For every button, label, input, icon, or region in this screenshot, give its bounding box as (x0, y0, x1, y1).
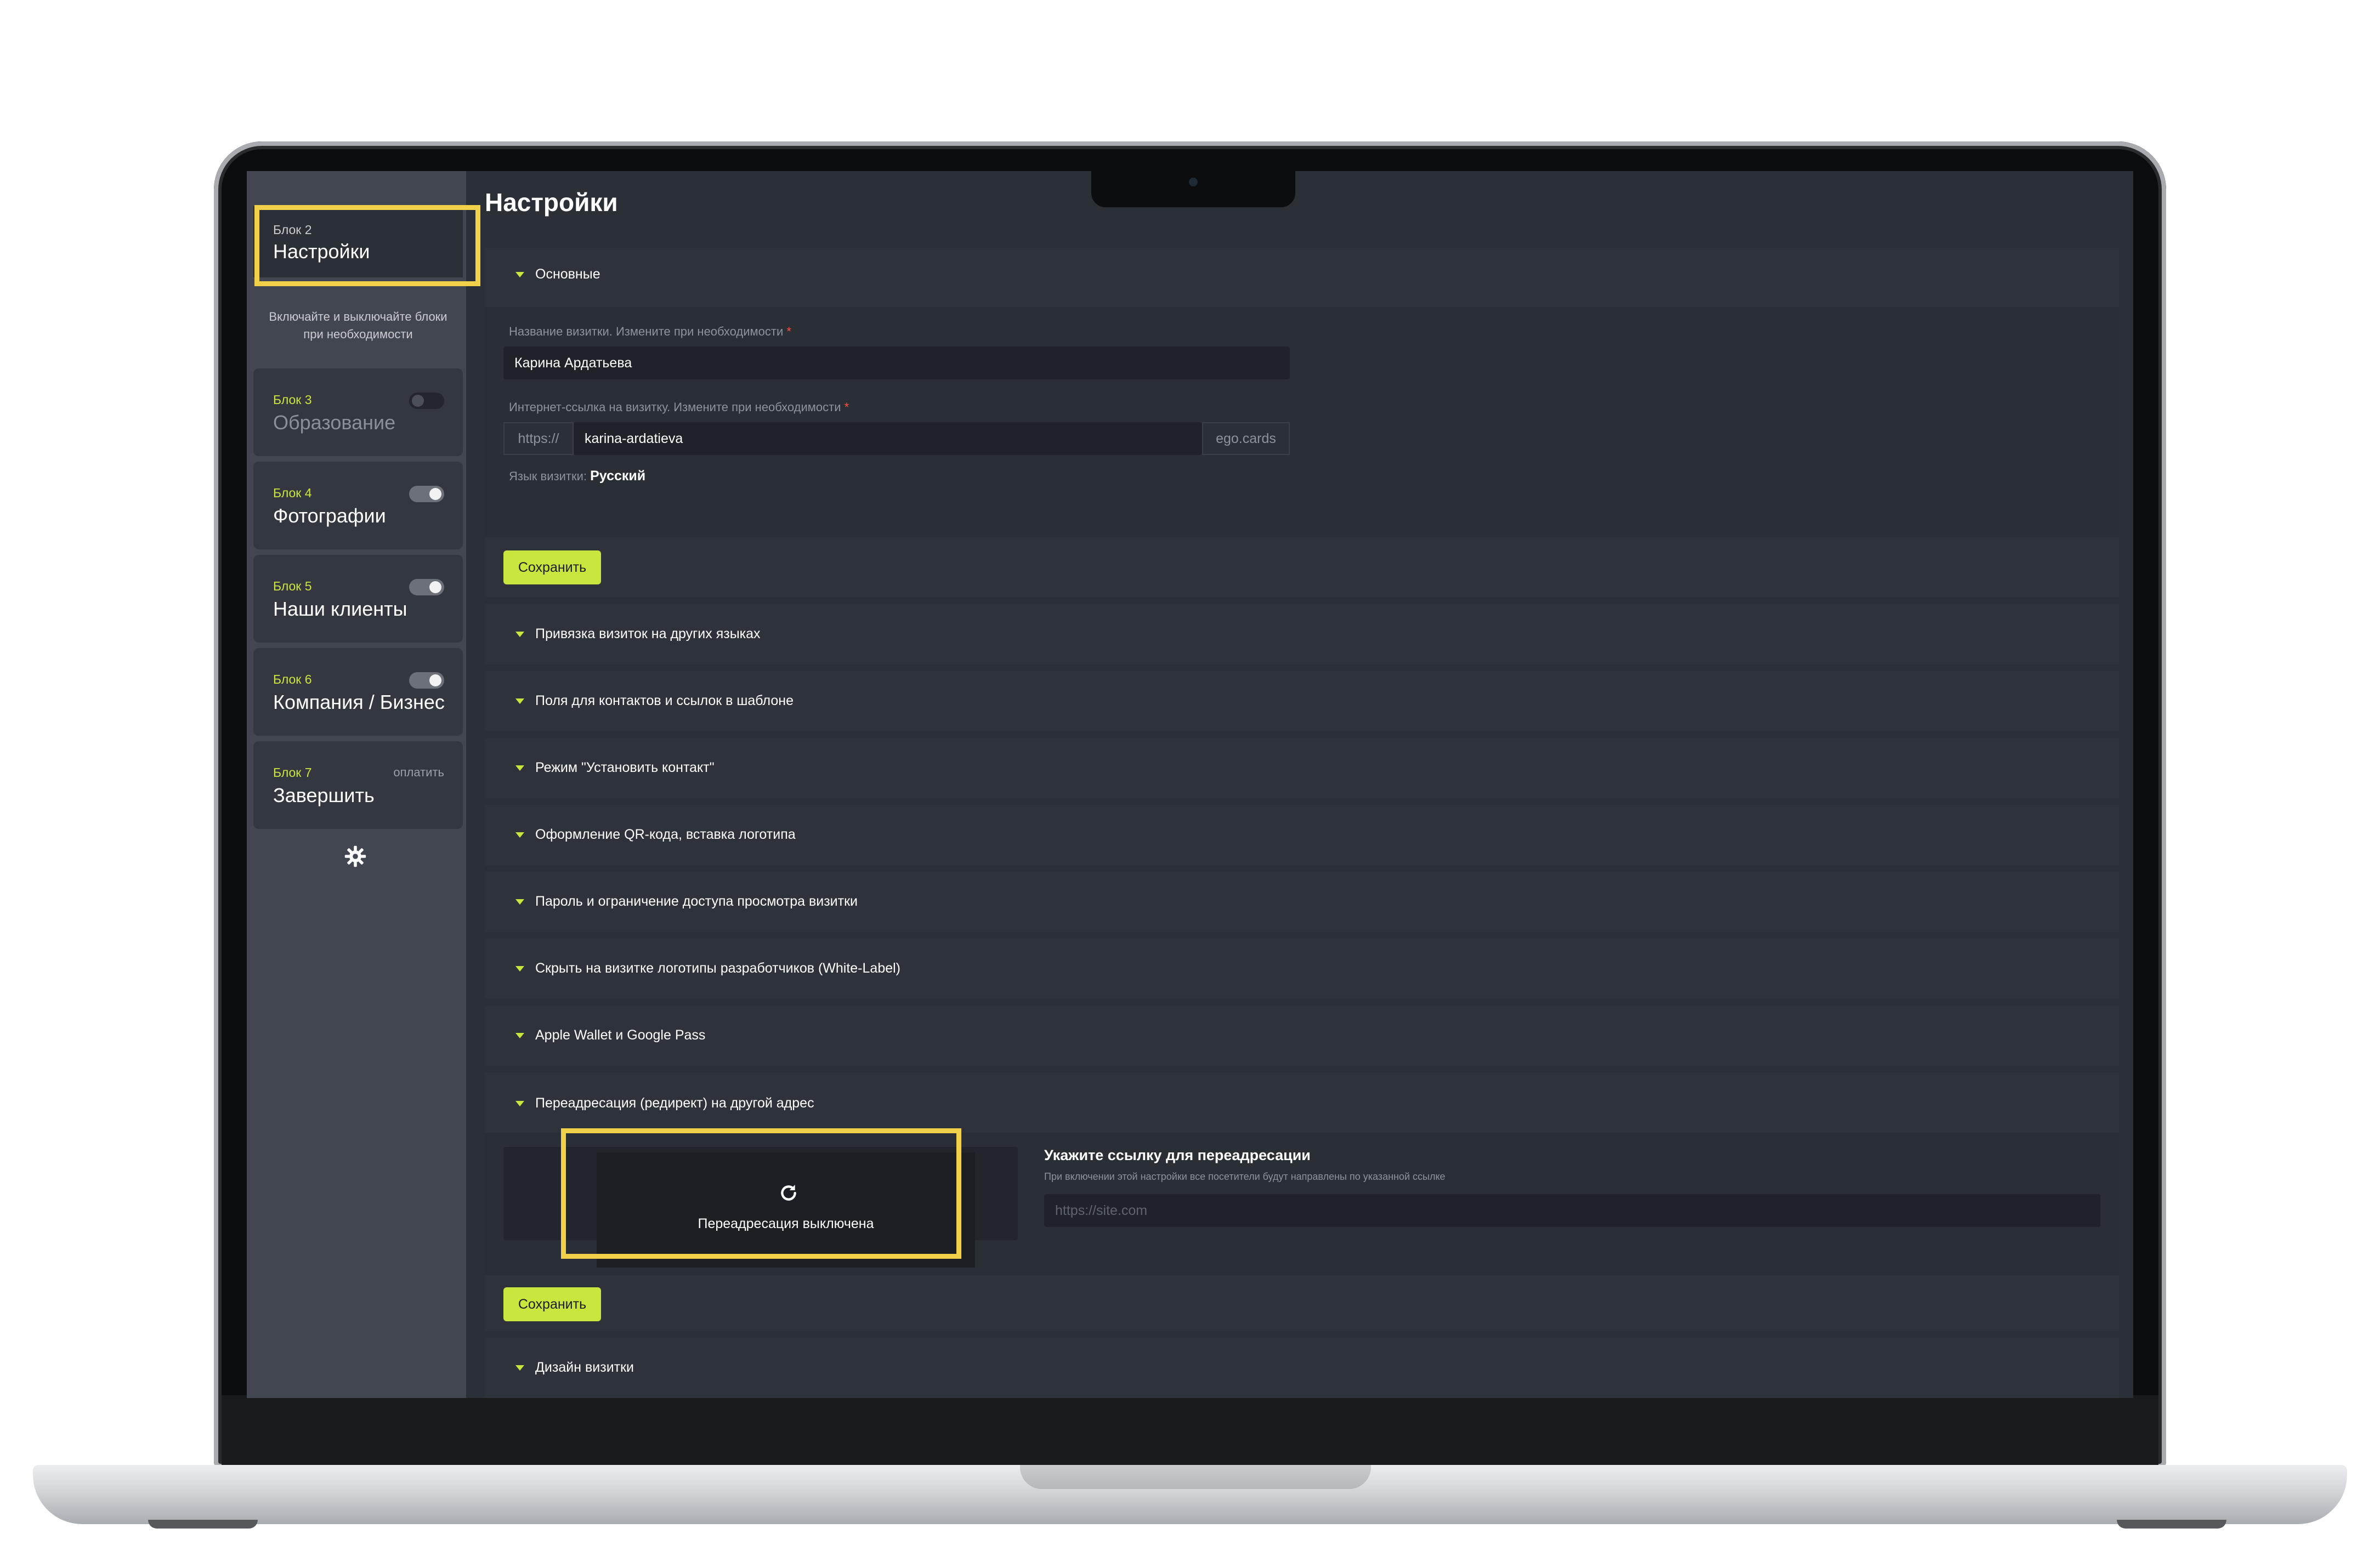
section-title: Основные (535, 266, 600, 282)
gear-icon[interactable] (343, 844, 367, 868)
camera-notch (1091, 171, 1295, 207)
block-label: Блок 4 (273, 486, 312, 500)
caret-down-icon (515, 765, 524, 771)
section-title: Переадресация (редирект) на другой адрес (535, 1095, 814, 1111)
pay-link[interactable]: оплатить (393, 765, 444, 780)
url-field-label: Интернет-ссылка на визитку. Измените при… (509, 400, 849, 414)
section-title: Apple Wallet и Google Pass (535, 1027, 706, 1043)
save-redirect-button[interactable]: Сохранить (503, 1287, 601, 1321)
screen: Блок 2 Настройки Включайте и выключайте … (247, 171, 2133, 1398)
redirect-url-input[interactable]: https://site.com (1044, 1194, 2100, 1227)
block-title: Наши клиенты (273, 598, 407, 620)
block-toggle[interactable] (409, 672, 444, 689)
section-qr-code[interactable]: Оформление QR-кода, вставка логотипа (485, 805, 2119, 865)
block-label: Блок 5 (273, 579, 312, 593)
language-row[interactable]: Язык визитки: Русский (509, 468, 645, 484)
sidebar: Блок 2 Настройки Включайте и выключайте … (247, 171, 480, 1398)
sidebar-item-finish[interactable]: Блок 7 Завершить оплатить (253, 741, 463, 829)
main-content: Настройки Основные Название визитки. Изм… (483, 171, 2122, 1398)
section-body-basic: Название визитки. Измените при необходим… (485, 307, 2119, 537)
camera-icon (1189, 178, 1198, 186)
redirect-title: Укажите ссылку для переадресации (1044, 1147, 1311, 1163)
sidebar-hint: Включайте и выключайте блоки при необход… (269, 310, 447, 341)
url-field[interactable]: karina-ardatieva (574, 422, 1202, 455)
block-title: Фотографии (273, 504, 386, 527)
section-header-basic[interactable]: Основные (515, 266, 600, 282)
sidebar-item-clients[interactable]: Блок 5 Наши клиенты (253, 555, 463, 643)
highlight-frame-redirect (561, 1128, 961, 1259)
laptop-foot-left (148, 1520, 258, 1529)
block-toggle[interactable] (409, 486, 444, 502)
name-field[interactable]: Карина Ардатьева (503, 346, 1290, 379)
section-language-links[interactable]: Привязка визиток на других языках (485, 604, 2119, 664)
laptop-base-notch (1020, 1465, 1371, 1489)
section-title: Оформление QR-кода, вставка логотипа (535, 827, 796, 842)
section-wallet[interactable]: Apple Wallet и Google Pass (485, 1005, 2119, 1066)
name-field-label: Название визитки. Измените при необходим… (509, 325, 791, 338)
section-title: Режим "Установить контакт" (535, 760, 715, 775)
section-contact-mode[interactable]: Режим "Установить контакт" (485, 738, 2119, 798)
caret-down-icon (515, 698, 524, 704)
save-button[interactable]: Сохранить (503, 550, 601, 584)
laptop-foot-right (2117, 1520, 2226, 1529)
caret-down-icon (515, 899, 524, 905)
section-basic: Основные Название визитки. Измените при … (485, 248, 2119, 597)
section-contact-fields[interactable]: Поля для контактов и ссылок в шаблоне (485, 671, 2119, 731)
url-suffix: ego.cards (1202, 422, 1290, 455)
section-header-redirect[interactable]: Переадресация (редирект) на другой адрес (515, 1095, 814, 1111)
language-label: Язык визитки: (509, 469, 587, 483)
sidebar-item-company[interactable]: Блок 6 Компания / Бизнес (253, 648, 463, 736)
laptop-chin (222, 1395, 2158, 1467)
caret-down-icon (515, 1100, 524, 1106)
block-title: Завершить (273, 784, 375, 806)
caret-down-icon (515, 271, 524, 277)
sidebar-item-photos[interactable]: Блок 4 Фотографии (253, 462, 463, 549)
caret-down-icon (515, 631, 524, 637)
caret-down-icon (515, 1365, 524, 1371)
section-design[interactable]: Дизайн визитки (485, 1338, 2119, 1398)
section-title: Пароль и ограничение доступа просмотра в… (535, 894, 858, 909)
sidebar-item-education[interactable]: Блок 3 Образование (253, 368, 463, 456)
url-prefix: https:// (503, 422, 574, 455)
block-toggle[interactable] (409, 393, 444, 409)
section-title: Привязка визиток на других языках (535, 626, 761, 641)
block-label: Блок 7 (273, 765, 312, 780)
caret-down-icon (515, 832, 524, 838)
section-title: Дизайн визитки (535, 1360, 634, 1375)
section-white-label[interactable]: Скрыть на визитке логотипы разработчиков… (485, 939, 2119, 999)
caret-down-icon (515, 1032, 524, 1038)
highlight-frame-settings (254, 205, 480, 286)
language-value[interactable]: Русский (590, 468, 645, 484)
redirect-subtitle: При включении этой настройки все посетит… (1044, 1171, 1446, 1182)
block-toggle[interactable] (409, 579, 444, 595)
section-password[interactable]: Пароль и ограничение доступа просмотра в… (485, 872, 2119, 932)
block-title: Образование (273, 411, 396, 434)
block-title: Компания / Бизнес (273, 691, 445, 713)
section-title: Поля для контактов и ссылок в шаблоне (535, 693, 794, 708)
page-title: Настройки (485, 188, 618, 217)
section-title: Скрыть на визитке логотипы разработчиков… (535, 961, 901, 976)
block-label: Блок 3 (273, 393, 312, 407)
caret-down-icon (515, 965, 524, 972)
block-label: Блок 6 (273, 672, 312, 686)
